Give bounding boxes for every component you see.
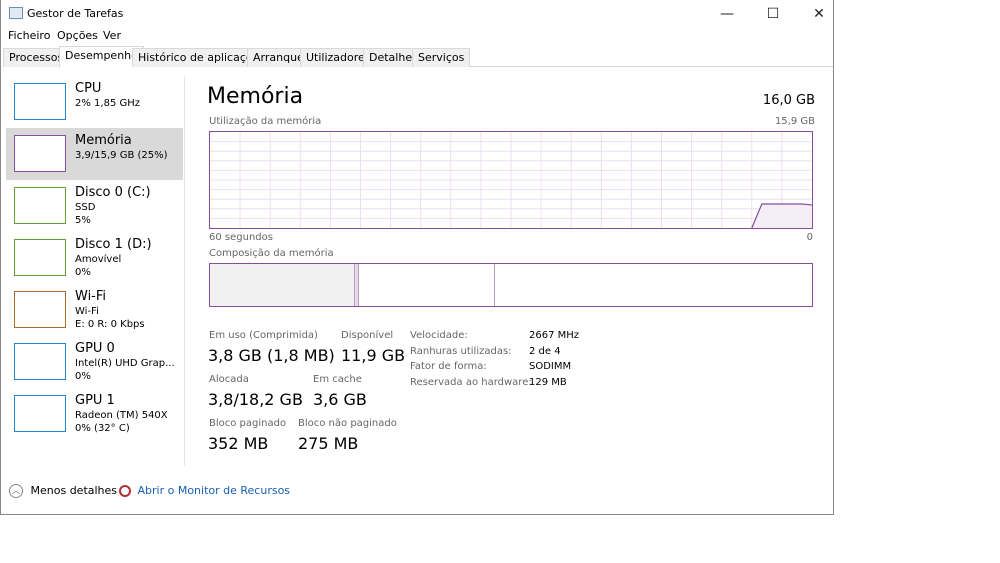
fewer-details-label: Menos detalhes — [30, 484, 118, 497]
total-memory: 16,0 GB — [762, 93, 815, 108]
prop-speed-label: Velocidade: — [410, 330, 468, 341]
sidebar-item-wi-fi[interactable]: Wi-Fi Wi-Fi E: 0 R: 0 Kbps — [6, 284, 183, 336]
maximize-button[interactable]: ☐ — [750, 0, 796, 28]
prop-reserved-label: Reservada ao hardware: — [410, 377, 532, 388]
composition-standby — [357, 264, 494, 306]
stat-value-in-use: 3,8 GB (1,8 MB) — [208, 346, 335, 365]
resource-monitor-label: Abrir o Monitor de Recursos — [137, 484, 291, 497]
sidebar-item-detail: Wi-Fi — [75, 306, 99, 317]
tab-bar: Processos Desempenho Histórico de aplica… — [3, 46, 833, 68]
thumbnail-graph — [14, 343, 66, 380]
stat-label-committed: Alocada — [209, 374, 249, 385]
prop-form-value: SODIMM — [529, 361, 572, 372]
title-bar: Gestor de Tarefas — ☐ ✕ — [1, 0, 833, 28]
sidebar-item-detail: 3,9/15,9 GB (25%) — [75, 150, 168, 161]
thumbnail-graph — [14, 291, 66, 328]
composition-in-use — [210, 264, 354, 306]
page-title: Memória — [207, 84, 304, 109]
sidebar-item-detail2: E: 0 R: 0 Kbps — [75, 319, 145, 330]
stat-value-nonpaged-pool: 275 MB — [298, 434, 359, 453]
sidebar-item-detail2: 0% — [75, 371, 91, 382]
sidebar-item-disco-1-d-[interactable]: Disco 1 (D:) Amovível 0% — [6, 232, 183, 284]
prop-reserved-value: 129 MB — [529, 377, 567, 388]
prop-form-label: Fator de forma: — [410, 361, 487, 372]
stat-value-committed: 3,8/18,2 GB — [208, 390, 303, 409]
sidebar-item-name: GPU 0 — [75, 341, 115, 356]
sidebar-item-detail: 2% 1,85 GHz — [75, 98, 141, 109]
sidebar-item-name: Disco 1 (D:) — [75, 237, 152, 252]
sidebar-item-mem-ria[interactable]: Memória 3,9/15,9 GB (25%) — [6, 128, 183, 180]
sidebar-item-detail: Radeon (TM) 540X — [75, 410, 168, 421]
resource-monitor-icon — [119, 485, 131, 497]
sidebar-item-name: CPU — [75, 81, 102, 96]
chevron-up-icon: ︿ — [9, 484, 23, 498]
sidebar-item-gpu-0[interactable]: GPU 0 Intel(R) UHD Grap... 0% — [6, 336, 183, 388]
sidebar-item-detail2: 0% (32° C) — [75, 423, 130, 434]
menu-opcoes[interactable]: Opções — [57, 29, 98, 42]
composition-label: Composição da memória — [209, 248, 334, 259]
resource-monitor-link[interactable]: Abrir o Monitor de Recursos — [119, 484, 290, 497]
window-title: Gestor de Tarefas — [27, 7, 124, 20]
stat-label-nonpaged-pool: Bloco não paginado — [298, 418, 397, 429]
prop-slots-label: Ranhuras utilizadas: — [410, 346, 512, 357]
usage-label: Utilização da memória — [209, 116, 322, 127]
minimize-button[interactable]: — — [704, 0, 750, 28]
close-button[interactable]: ✕ — [796, 0, 842, 28]
stat-value-cached: 3,6 GB — [313, 390, 367, 409]
sidebar-item-detail2: 0% — [75, 267, 91, 278]
tab-servicos[interactable]: Serviços — [412, 48, 471, 67]
composition-free — [493, 264, 812, 306]
stat-label-in-use: Em uso (Comprimida) — [209, 330, 318, 341]
prop-speed-value: 2667 MHz — [529, 330, 580, 341]
stat-label-available: Disponível — [341, 330, 394, 341]
thumbnail-graph — [14, 395, 66, 432]
sidebar-item-detail: SSD — [75, 202, 96, 213]
thumbnail-graph — [14, 187, 66, 224]
stat-label-paged-pool: Bloco paginado — [209, 418, 287, 429]
stat-value-available: 11,9 GB — [341, 346, 406, 365]
time-left-label: 60 segundos — [209, 232, 273, 243]
memory-composition-bar — [209, 263, 813, 307]
sidebar-item-disco-0-c-[interactable]: Disco 0 (C:) SSD 5% — [6, 180, 183, 232]
prop-slots-value: 2 de 4 — [529, 346, 561, 357]
sidebar-item-name: Disco 0 (C:) — [75, 185, 151, 200]
task-manager-window: Gestor de Tarefas — ☐ ✕ Ficheiro Opções … — [0, 0, 834, 515]
memory-usage-graph — [209, 131, 813, 229]
stat-value-paged-pool: 352 MB — [208, 434, 269, 453]
sidebar-item-detail2: 5% — [75, 215, 91, 226]
sidebar-item-gpu-1[interactable]: GPU 1 Radeon (TM) 540X 0% (32° C) — [6, 388, 183, 440]
sidebar-item-name: Wi-Fi — [75, 289, 107, 304]
thumbnail-graph — [14, 83, 66, 120]
fewer-details-button[interactable]: ︿ Menos detalhes — [9, 484, 117, 498]
usage-graph-svg — [210, 132, 813, 229]
sidebar-item-name: Memória — [75, 133, 132, 148]
thumbnail-graph — [14, 239, 66, 276]
thumbnail-graph — [14, 135, 66, 172]
sidebar-item-name: GPU 1 — [75, 393, 115, 408]
resource-sidebar: CPU 2% 1,85 GHz Memória 3,9/15,9 GB (25%… — [5, 76, 185, 466]
sidebar-item-detail: Amovível — [75, 254, 122, 265]
time-right-label: 0 — [806, 232, 813, 243]
sidebar-item-cpu[interactable]: CPU 2% 1,85 GHz — [6, 76, 183, 128]
menu-ficheiro[interactable]: Ficheiro — [8, 29, 50, 42]
stat-label-cached: Em cache — [313, 374, 362, 385]
menu-ver[interactable]: Ver — [103, 29, 121, 42]
task-manager-icon — [9, 7, 23, 19]
usage-max: 15,9 GB — [774, 116, 815, 127]
sidebar-item-detail: Intel(R) UHD Grap... — [75, 358, 175, 369]
